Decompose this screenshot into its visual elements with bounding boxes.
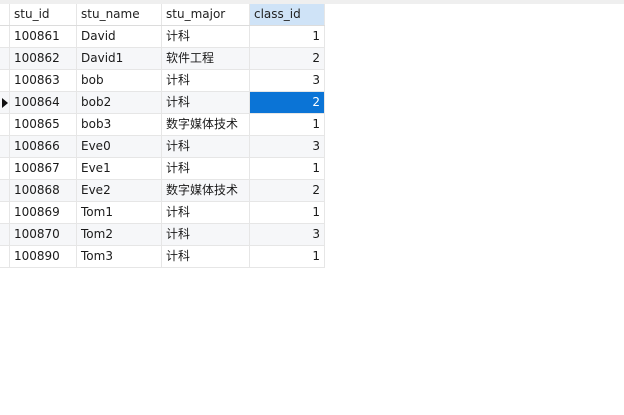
cell-stu-id[interactable]: 100870	[10, 224, 77, 245]
cell-stu-id[interactable]: 100864	[10, 92, 77, 113]
row-indicator[interactable]	[0, 224, 10, 245]
cell-stu-major[interactable]: 计科	[162, 158, 250, 179]
cell-stu-name[interactable]: David1	[77, 48, 162, 69]
table-row[interactable]: 100863 bob 计科 3	[0, 70, 325, 92]
cell-class-id[interactable]: 2	[250, 48, 325, 69]
cell-class-id[interactable]: 1	[250, 26, 325, 47]
cell-stu-name[interactable]: David	[77, 26, 162, 47]
row-indicator[interactable]	[0, 114, 10, 135]
row-indicator[interactable]	[0, 136, 10, 157]
cell-class-id[interactable]: 2	[250, 180, 325, 201]
cell-stu-name[interactable]: Eve2	[77, 180, 162, 201]
cell-stu-name[interactable]: bob3	[77, 114, 162, 135]
cell-stu-id[interactable]: 100865	[10, 114, 77, 135]
row-indicator[interactable]	[0, 92, 10, 113]
cell-stu-id[interactable]: 100868	[10, 180, 77, 201]
cell-stu-major[interactable]: 数字媒体技术	[162, 114, 250, 135]
cell-class-id[interactable]: 3	[250, 70, 325, 91]
row-indicator[interactable]	[0, 70, 10, 91]
table-row[interactable]: 100865 bob3 数字媒体技术 1	[0, 114, 325, 136]
cell-stu-id[interactable]: 100890	[10, 246, 77, 267]
current-row-pointer-icon	[2, 98, 8, 108]
cell-stu-id[interactable]: 100866	[10, 136, 77, 157]
cell-stu-id[interactable]: 100863	[10, 70, 77, 91]
table-row[interactable]: 100864 bob2 计科 2	[0, 92, 325, 114]
cell-stu-id[interactable]: 100869	[10, 202, 77, 223]
cell-class-id[interactable]: 3	[250, 224, 325, 245]
cell-stu-id[interactable]: 100862	[10, 48, 77, 69]
cell-stu-major[interactable]: 计科	[162, 70, 250, 91]
cell-stu-name[interactable]: Tom3	[77, 246, 162, 267]
column-header-stu-name[interactable]: stu_name	[77, 4, 162, 25]
row-indicator[interactable]	[0, 158, 10, 179]
cell-stu-name[interactable]: Eve1	[77, 158, 162, 179]
result-grid[interactable]: stu_id stu_name stu_major class_id 10086…	[0, 4, 325, 268]
row-indicator[interactable]	[0, 26, 10, 47]
cell-class-id[interactable]: 2	[250, 92, 325, 113]
table-body: 100861 David 计科 1 100862 David1 软件工程 2 100863 bob…	[0, 26, 325, 268]
header-row: stu_id stu_name stu_major class_id	[0, 4, 325, 26]
cell-stu-id[interactable]: 100867	[10, 158, 77, 179]
cell-stu-name[interactable]: Eve0	[77, 136, 162, 157]
cell-class-id[interactable]: 1	[250, 158, 325, 179]
table-row[interactable]: 100862 David1 软件工程 2	[0, 48, 325, 70]
cell-stu-major[interactable]: 计科	[162, 92, 250, 113]
table-row[interactable]: 100869 Tom1 计科 1	[0, 202, 325, 224]
cell-stu-major[interactable]: 计科	[162, 136, 250, 157]
row-indicator[interactable]	[0, 48, 10, 69]
table-row[interactable]: 100890 Tom3 计科 1	[0, 246, 325, 268]
cell-stu-name[interactable]: Tom2	[77, 224, 162, 245]
cell-class-id[interactable]: 1	[250, 202, 325, 223]
cell-stu-major[interactable]: 软件工程	[162, 48, 250, 69]
row-indicator[interactable]	[0, 202, 10, 223]
column-header-class-id[interactable]: class_id	[250, 4, 325, 25]
table-row[interactable]: 100868 Eve2 数字媒体技术 2	[0, 180, 325, 202]
cell-class-id[interactable]: 3	[250, 136, 325, 157]
cell-stu-major[interactable]: 计科	[162, 224, 250, 245]
table-row[interactable]: 100866 Eve0 计科 3	[0, 136, 325, 158]
cell-stu-major[interactable]: 计科	[162, 202, 250, 223]
column-header-stu-major[interactable]: stu_major	[162, 4, 250, 25]
cell-stu-name[interactable]: bob2	[77, 92, 162, 113]
column-header-stu-id[interactable]: stu_id	[10, 4, 77, 25]
cell-stu-major[interactable]: 计科	[162, 246, 250, 267]
cell-stu-name[interactable]: Tom1	[77, 202, 162, 223]
table-row[interactable]: 100861 David 计科 1	[0, 26, 325, 48]
cell-class-id[interactable]: 1	[250, 114, 325, 135]
cell-stu-id[interactable]: 100861	[10, 26, 77, 47]
row-indicator[interactable]	[0, 246, 10, 267]
cell-stu-major[interactable]: 计科	[162, 26, 250, 47]
cell-stu-major[interactable]: 数字媒体技术	[162, 180, 250, 201]
table-row[interactable]: 100870 Tom2 计科 3	[0, 224, 325, 246]
row-indicator-header	[0, 4, 10, 25]
cell-class-id[interactable]: 1	[250, 246, 325, 267]
cell-stu-name[interactable]: bob	[77, 70, 162, 91]
row-indicator[interactable]	[0, 180, 10, 201]
table-row[interactable]: 100867 Eve1 计科 1	[0, 158, 325, 180]
